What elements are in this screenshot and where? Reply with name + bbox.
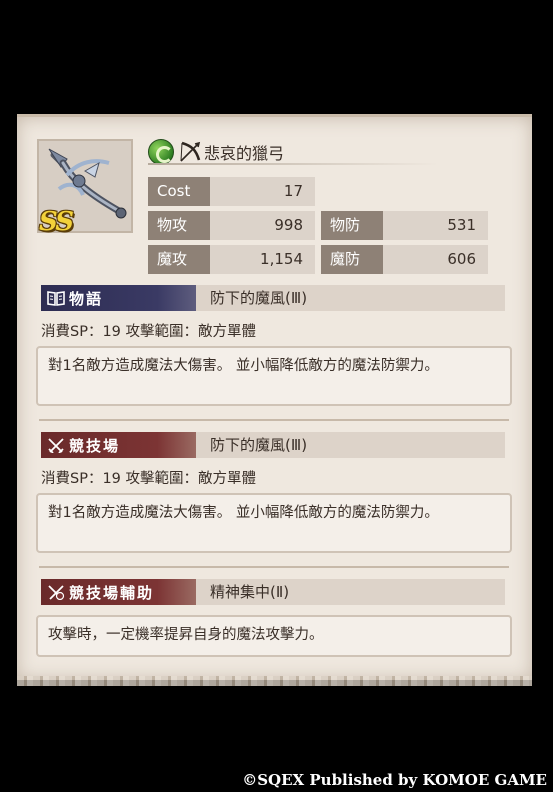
arena-support-badge-label: 競技場輔助: [69, 583, 155, 602]
story-section-header: 物語 防下的魔風(Ⅲ): [41, 285, 505, 311]
weapon-thumbnail: SS: [37, 139, 133, 237]
arena-support-skill-name: 精神集中(Ⅱ): [210, 583, 290, 601]
arena-support-skill-description: 攻擊時，一定機率提昇自身的魔法攻擊力。: [36, 615, 512, 657]
stat-patk-label: 物攻: [148, 211, 210, 240]
copyright-text: ©SQEX Published by KOMOE GAME: [242, 771, 547, 789]
story-skill-meta: 消費SP：19 攻擊範圍：敵方單體: [41, 324, 257, 340]
wind-element-icon: [148, 139, 174, 165]
weapon-detail-card: SS 悲哀的獵弓 Cost 17 物攻 998 物防 531 魔攻 1,154 …: [17, 114, 532, 686]
stat-patk-value: 998: [274, 216, 303, 234]
section-divider: [39, 566, 509, 568]
stat-magic-defense: 魔防 606: [321, 245, 488, 274]
arena-support-section-header: 競技場輔助 精神集中(Ⅱ): [41, 579, 505, 605]
story-skill-name: 防下的魔風(Ⅲ): [210, 289, 308, 307]
support-swords-icon: [48, 585, 65, 600]
stat-physical-defense: 物防 531: [321, 211, 488, 240]
arena-badge-label: 競技場: [69, 436, 121, 455]
story-badge-label: 物語: [69, 289, 104, 308]
stat-cost: Cost 17: [148, 177, 315, 206]
section-divider: [39, 419, 509, 421]
arena-support-badge: 競技場輔助: [41, 579, 196, 605]
name-underline: [148, 163, 438, 165]
stat-pdef-value: 531: [447, 216, 476, 234]
story-badge: 物語: [41, 285, 196, 311]
arena-badge: 競技場: [41, 432, 196, 458]
stat-pdef-label: 物防: [321, 211, 383, 240]
story-skill-description: 對1名敵方造成魔法大傷害。 並小幅降低敵方的魔法防禦力。: [36, 346, 512, 406]
stat-magic-attack: 魔攻 1,154: [148, 245, 315, 274]
stat-mdef-value: 606: [447, 250, 476, 268]
book-icon: [47, 291, 65, 306]
stat-matk-value: 1,154: [260, 250, 303, 268]
arena-skill-description: 對1名敵方造成魔法大傷害。 並小幅降低敵方的魔法防禦力。: [36, 493, 512, 553]
bow-icon: [180, 141, 201, 162]
arena-skill-name: 防下的魔風(Ⅲ): [210, 436, 308, 454]
rank-badge: SS: [39, 207, 74, 237]
stat-matk-label: 魔攻: [148, 245, 210, 274]
arena-skill-meta: 消費SP：19 攻擊範圍：敵方單體: [41, 471, 257, 487]
stat-mdef-label: 魔防: [321, 245, 383, 274]
crossed-swords-icon: [48, 438, 64, 453]
stat-physical-attack: 物攻 998: [148, 211, 315, 240]
weapon-name: 悲哀的獵弓: [204, 144, 285, 163]
stat-cost-label: Cost: [148, 177, 210, 206]
arena-section-header: 競技場 防下的魔風(Ⅲ): [41, 432, 505, 458]
stat-cost-value: 17: [283, 182, 303, 200]
